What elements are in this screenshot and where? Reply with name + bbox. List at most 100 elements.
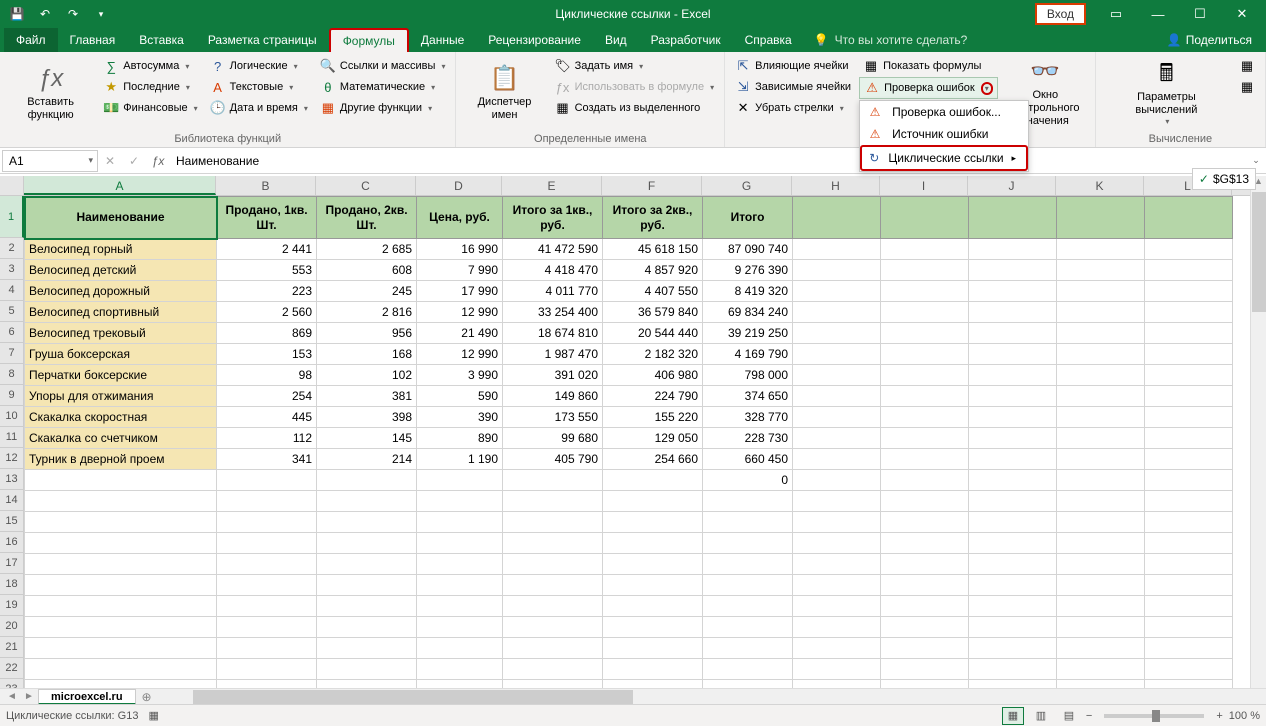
cell[interactable] bbox=[317, 554, 417, 575]
cell[interactable] bbox=[503, 575, 603, 596]
row-header-4[interactable]: 4 bbox=[0, 280, 24, 301]
select-all-corner[interactable] bbox=[0, 176, 24, 195]
cell[interactable] bbox=[881, 680, 969, 689]
cell[interactable]: 328 770 bbox=[703, 407, 793, 428]
cell[interactable] bbox=[1145, 323, 1233, 344]
header-cell[interactable] bbox=[881, 197, 969, 239]
cell[interactable] bbox=[25, 470, 217, 491]
cell[interactable] bbox=[793, 596, 881, 617]
cell[interactable] bbox=[881, 323, 969, 344]
cell[interactable]: Скакалка со счетчиком bbox=[25, 428, 217, 449]
header-cell[interactable] bbox=[793, 197, 881, 239]
cell[interactable] bbox=[603, 680, 703, 689]
cell[interactable]: 341 bbox=[217, 449, 317, 470]
header-cell[interactable]: Итого bbox=[703, 197, 793, 239]
col-header-F[interactable]: F bbox=[602, 176, 702, 195]
save-icon[interactable]: 💾 bbox=[6, 3, 28, 25]
cell[interactable]: Упоры для отжимания bbox=[25, 386, 217, 407]
cell[interactable] bbox=[793, 617, 881, 638]
cell[interactable] bbox=[703, 533, 793, 554]
cell[interactable] bbox=[503, 638, 603, 659]
cell[interactable]: 18 674 810 bbox=[503, 323, 603, 344]
cell[interactable] bbox=[793, 554, 881, 575]
cell[interactable] bbox=[317, 617, 417, 638]
cell[interactable] bbox=[881, 533, 969, 554]
cell[interactable] bbox=[793, 449, 881, 470]
cell[interactable]: 223 bbox=[217, 281, 317, 302]
tab-home[interactable]: Главная bbox=[58, 28, 128, 52]
cell[interactable] bbox=[317, 659, 417, 680]
cell[interactable] bbox=[793, 260, 881, 281]
cell[interactable] bbox=[417, 638, 503, 659]
row-header-5[interactable]: 5 bbox=[0, 301, 24, 322]
qat-customize-icon[interactable]: ▾ bbox=[90, 3, 112, 25]
col-header-D[interactable]: D bbox=[416, 176, 502, 195]
cell[interactable] bbox=[881, 365, 969, 386]
cell[interactable]: 2 441 bbox=[217, 239, 317, 260]
row-header-16[interactable]: 16 bbox=[0, 532, 24, 553]
col-header-J[interactable]: J bbox=[968, 176, 1056, 195]
cell[interactable] bbox=[1057, 302, 1145, 323]
cell[interactable]: Груша боксерская bbox=[25, 344, 217, 365]
cell[interactable] bbox=[25, 638, 217, 659]
tab-review[interactable]: Рецензирование bbox=[476, 28, 593, 52]
cell[interactable] bbox=[1145, 617, 1233, 638]
cell[interactable] bbox=[1057, 407, 1145, 428]
trace-dependents-button[interactable]: ⇲Зависимые ячейки bbox=[731, 77, 855, 97]
minimize-icon[interactable]: — bbox=[1138, 0, 1178, 28]
cell[interactable]: Велосипед детский bbox=[25, 260, 217, 281]
cell[interactable]: 2 182 320 bbox=[603, 344, 703, 365]
cell[interactable] bbox=[217, 533, 317, 554]
cell[interactable] bbox=[1057, 617, 1145, 638]
row-header-14[interactable]: 14 bbox=[0, 490, 24, 511]
cell[interactable] bbox=[881, 344, 969, 365]
cell[interactable] bbox=[217, 638, 317, 659]
col-header-K[interactable]: K bbox=[1056, 176, 1144, 195]
cell[interactable] bbox=[25, 596, 217, 617]
cell[interactable] bbox=[503, 659, 603, 680]
name-manager-button[interactable]: 📋 Диспетчер имен bbox=[462, 56, 546, 131]
row-header-12[interactable]: 12 bbox=[0, 448, 24, 469]
cell[interactable]: 8 419 320 bbox=[703, 281, 793, 302]
cell[interactable] bbox=[1145, 428, 1233, 449]
cell[interactable] bbox=[1145, 575, 1233, 596]
cell[interactable] bbox=[317, 491, 417, 512]
col-header-G[interactable]: G bbox=[702, 176, 792, 195]
cell[interactable] bbox=[603, 533, 703, 554]
cell[interactable]: 608 bbox=[317, 260, 417, 281]
cell[interactable] bbox=[1057, 554, 1145, 575]
cell[interactable] bbox=[969, 281, 1057, 302]
login-button[interactable]: Вход bbox=[1035, 3, 1086, 25]
cell[interactable] bbox=[969, 659, 1057, 680]
cell[interactable]: 406 980 bbox=[603, 365, 703, 386]
cell[interactable]: 12 990 bbox=[417, 344, 503, 365]
cell[interactable] bbox=[417, 533, 503, 554]
cell[interactable]: 98 bbox=[217, 365, 317, 386]
row-header-22[interactable]: 22 bbox=[0, 658, 24, 679]
cancel-icon[interactable]: ✕ bbox=[98, 154, 122, 168]
cell[interactable] bbox=[703, 680, 793, 689]
cell[interactable] bbox=[703, 617, 793, 638]
cell[interactable] bbox=[1145, 302, 1233, 323]
cell[interactable]: 112 bbox=[217, 428, 317, 449]
cell[interactable] bbox=[881, 281, 969, 302]
cell[interactable]: 374 650 bbox=[703, 386, 793, 407]
row-header-18[interactable]: 18 bbox=[0, 574, 24, 595]
sheet-tab[interactable]: microexcel.ru bbox=[38, 689, 136, 705]
row-header-11[interactable]: 11 bbox=[0, 427, 24, 448]
cell[interactable]: 21 490 bbox=[417, 323, 503, 344]
cell[interactable] bbox=[317, 680, 417, 689]
cell[interactable]: Турник в дверной проем bbox=[25, 449, 217, 470]
cell[interactable] bbox=[417, 512, 503, 533]
tab-nav-prev[interactable]: ◄ bbox=[4, 691, 20, 702]
cell[interactable] bbox=[969, 533, 1057, 554]
tab-insert[interactable]: Вставка bbox=[127, 28, 196, 52]
cell[interactable] bbox=[881, 428, 969, 449]
cell[interactable]: Скакалка скоростная bbox=[25, 407, 217, 428]
cell[interactable] bbox=[25, 554, 217, 575]
cell[interactable] bbox=[793, 533, 881, 554]
cell[interactable] bbox=[503, 617, 603, 638]
cell[interactable]: 12 990 bbox=[417, 302, 503, 323]
name-box[interactable]: A1 bbox=[2, 150, 98, 172]
cell[interactable] bbox=[969, 344, 1057, 365]
